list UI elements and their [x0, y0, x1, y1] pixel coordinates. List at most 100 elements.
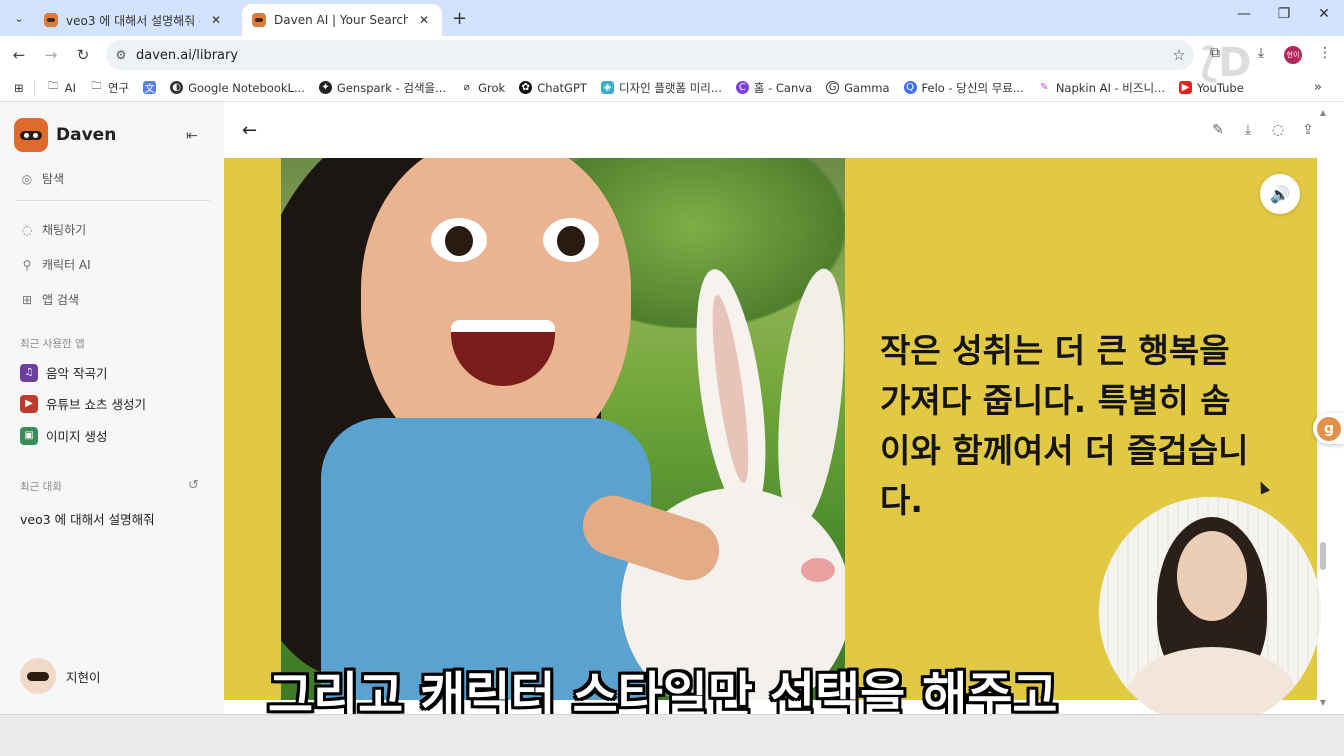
- person-icon: ⚲: [22, 257, 32, 272]
- sidebar-item-app-search[interactable]: ⊞ 앱 검색: [20, 291, 79, 308]
- genspark-icon: ✦: [318, 81, 332, 94]
- bookmark-gamma[interactable]: G Gamma: [826, 80, 890, 95]
- napkin-icon: ✎: [1040, 82, 1049, 93]
- collapse-sidebar-icon[interactable]: ⇤: [186, 128, 198, 144]
- bookmark-label: Grok: [478, 80, 506, 95]
- canva-icon: C: [735, 81, 749, 94]
- bookmark-label: Felo - 당신의 무료...: [921, 80, 1024, 95]
- sidebar-item-chat[interactable]: ◌ 채팅하기: [20, 221, 86, 238]
- folder-icon: 🗀: [48, 81, 59, 92]
- divider: [33, 79, 35, 96]
- slide-caption: 작은 성취는 더 큰 행복을 가져다 줍니다. 특별히 솜이와 함께여서 더 즐…: [880, 331, 1249, 520]
- reload-icon[interactable]: ↻: [72, 44, 94, 66]
- close-icon[interactable]: ✕: [416, 13, 432, 27]
- comment-icon[interactable]: ◌: [1268, 122, 1288, 138]
- tab-search-button[interactable]: ⌄: [8, 7, 30, 29]
- download-icon[interactable]: ⤓: [1238, 122, 1258, 138]
- tab-strip: ⌄ veo3 에 대해서 설명해줘 - Da ✕ Daven AI | Your…: [0, 0, 1344, 36]
- design-icon: ◈: [600, 81, 614, 94]
- new-tab-button[interactable]: +: [452, 8, 467, 29]
- address-bar[interactable]: ⚙ daven.ai/library ☆: [106, 40, 1194, 70]
- bookmark-label: Genspark - 검색을...: [336, 80, 447, 95]
- avatar: [20, 658, 56, 694]
- sidebar: Daven ⇤ ◎ 탐색 ◌ 채팅하기 ⚲ 캐릭터 AI ⊞ 앱 검색 최근 사…: [0, 102, 224, 714]
- close-icon[interactable]: ✕: [208, 13, 224, 27]
- play-icon: ▶: [20, 394, 38, 413]
- bookmark-felo[interactable]: Q Felo - 당신의 무료...: [903, 80, 1024, 96]
- daven-logo-icon: [14, 118, 48, 152]
- notebooklm-icon: ◐: [170, 81, 184, 94]
- folder-icon: 🗀: [91, 81, 102, 92]
- forward-icon[interactable]: →: [40, 44, 62, 66]
- sidebar-item-label: 캐릭터 AI: [42, 258, 91, 272]
- brand-name: Daven: [56, 125, 117, 145]
- bookmark-translate[interactable]: 文: [143, 81, 157, 95]
- site-info-icon[interactable]: ⚙: [106, 48, 136, 62]
- back-arrow-icon[interactable]: ←: [242, 120, 257, 141]
- edit-icon[interactable]: ✎: [1208, 122, 1228, 138]
- tab-daven-library[interactable]: Daven AI | Your Search create ✕: [242, 4, 442, 36]
- bookmark-label: Gamma: [844, 80, 890, 95]
- downloads-icon[interactable]: ⤓: [1250, 45, 1272, 61]
- bookmark-label: Google NotebookL...: [188, 80, 305, 95]
- bookmark-label: 연구: [107, 80, 130, 95]
- apps-grid-icon[interactable]: ⊞: [14, 81, 24, 95]
- recent-app-shorts-generator[interactable]: ▶ 유튜브 쇼츠 생성기: [20, 394, 146, 413]
- scroll-up-icon[interactable]: ▲: [1318, 108, 1328, 117]
- presenter-webcam: [1099, 497, 1321, 727]
- tab-title: veo3 에 대해서 설명해줘 - Da: [66, 13, 200, 28]
- bookmark-grok[interactable]: ⌀ Grok: [460, 80, 506, 95]
- divider: [16, 200, 210, 201]
- bookmark-napkin[interactable]: ✎ Napkin AI - 비즈니...: [1038, 80, 1165, 96]
- image-icon: ▣: [20, 426, 38, 445]
- brand[interactable]: Daven: [14, 118, 116, 152]
- more-bookmarks-icon[interactable]: »: [1314, 80, 1322, 95]
- daven-favicon-icon: [44, 13, 58, 27]
- profile-avatar[interactable]: 현이: [1284, 46, 1302, 64]
- close-window-icon[interactable]: ✕: [1314, 6, 1334, 22]
- history-icon[interactable]: ↺: [188, 478, 199, 493]
- sidebar-item-character-ai[interactable]: ⚲ 캐릭터 AI: [20, 256, 91, 273]
- minimize-icon[interactable]: —: [1234, 6, 1254, 22]
- chatgpt-icon: ✿: [519, 81, 533, 94]
- youtube-icon: ▶: [1179, 81, 1193, 94]
- grok-icon: ⌀: [463, 82, 470, 93]
- extension-g-icon: g: [1317, 416, 1341, 441]
- recent-chats-heading: 최근 대화: [20, 481, 62, 493]
- sidebar-item-label: 앱 검색: [42, 293, 79, 307]
- translate-icon: 文: [143, 81, 157, 95]
- headphones-icon: ♫: [20, 363, 38, 382]
- bookmark-folder-research[interactable]: 🗀 연구: [90, 80, 129, 96]
- bookmark-label: AI: [64, 80, 76, 95]
- bookmarks-bar: ⊞ 🗀 AI 🗀 연구 文 ◐ Google NotebookL... ✦ Genspa…: [0, 74, 1344, 102]
- sidebar-item-label: 채팅하기: [42, 223, 87, 237]
- recent-chat-item[interactable]: veo3 에 대해서 설명해줘: [20, 509, 155, 528]
- recent-app-image-generator[interactable]: ▣ 이미지 생성: [20, 426, 107, 445]
- restore-icon[interactable]: ❐: [1274, 6, 1294, 22]
- speaker-icon[interactable]: 🔊: [1260, 174, 1300, 214]
- chat-icon: ◌: [21, 222, 33, 237]
- bookmark-chatgpt[interactable]: ✿ ChatGPT: [519, 81, 587, 95]
- bookmark-folder-ai[interactable]: 🗀 AI: [47, 81, 76, 95]
- bookmark-label: 홈 - Canva: [753, 80, 813, 95]
- felo-icon: Q: [903, 81, 917, 94]
- recent-app-music-composer[interactable]: ♫ 음악 작곡기: [20, 363, 107, 382]
- profile-initials: 현이: [1286, 51, 1300, 59]
- bookmark-genspark[interactable]: ✦ Genspark - 검색을...: [318, 80, 447, 96]
- floating-extension-button[interactable]: g: [1313, 413, 1344, 444]
- grid-icon: ⊞: [21, 292, 33, 307]
- back-icon[interactable]: ←: [8, 44, 30, 66]
- bookmark-star-icon[interactable]: ☆: [1164, 46, 1194, 64]
- bookmark-design[interactable]: ◈ 디자인 플랫폼 미리...: [600, 80, 722, 96]
- bookmark-canva[interactable]: C 홈 - Canva: [735, 80, 813, 96]
- share-icon[interactable]: ⇪: [1298, 122, 1318, 138]
- sidebar-item-explore[interactable]: ◎ 탐색: [20, 170, 64, 187]
- user-name: 지현이: [66, 669, 101, 685]
- app-label: 음악 작곡기: [46, 366, 108, 381]
- tab-title: Daven AI | Your Search create: [274, 13, 408, 27]
- tab-veo3[interactable]: veo3 에 대해서 설명해줘 - Da ✕: [34, 4, 234, 36]
- browser-menu-icon[interactable]: ⋮: [1314, 45, 1336, 61]
- bookmark-notebooklm[interactable]: ◐ Google NotebookL...: [170, 81, 305, 95]
- user-profile[interactable]: 지현이: [20, 658, 101, 694]
- bookmark-label: Napkin AI - 비즈니...: [1055, 80, 1166, 95]
